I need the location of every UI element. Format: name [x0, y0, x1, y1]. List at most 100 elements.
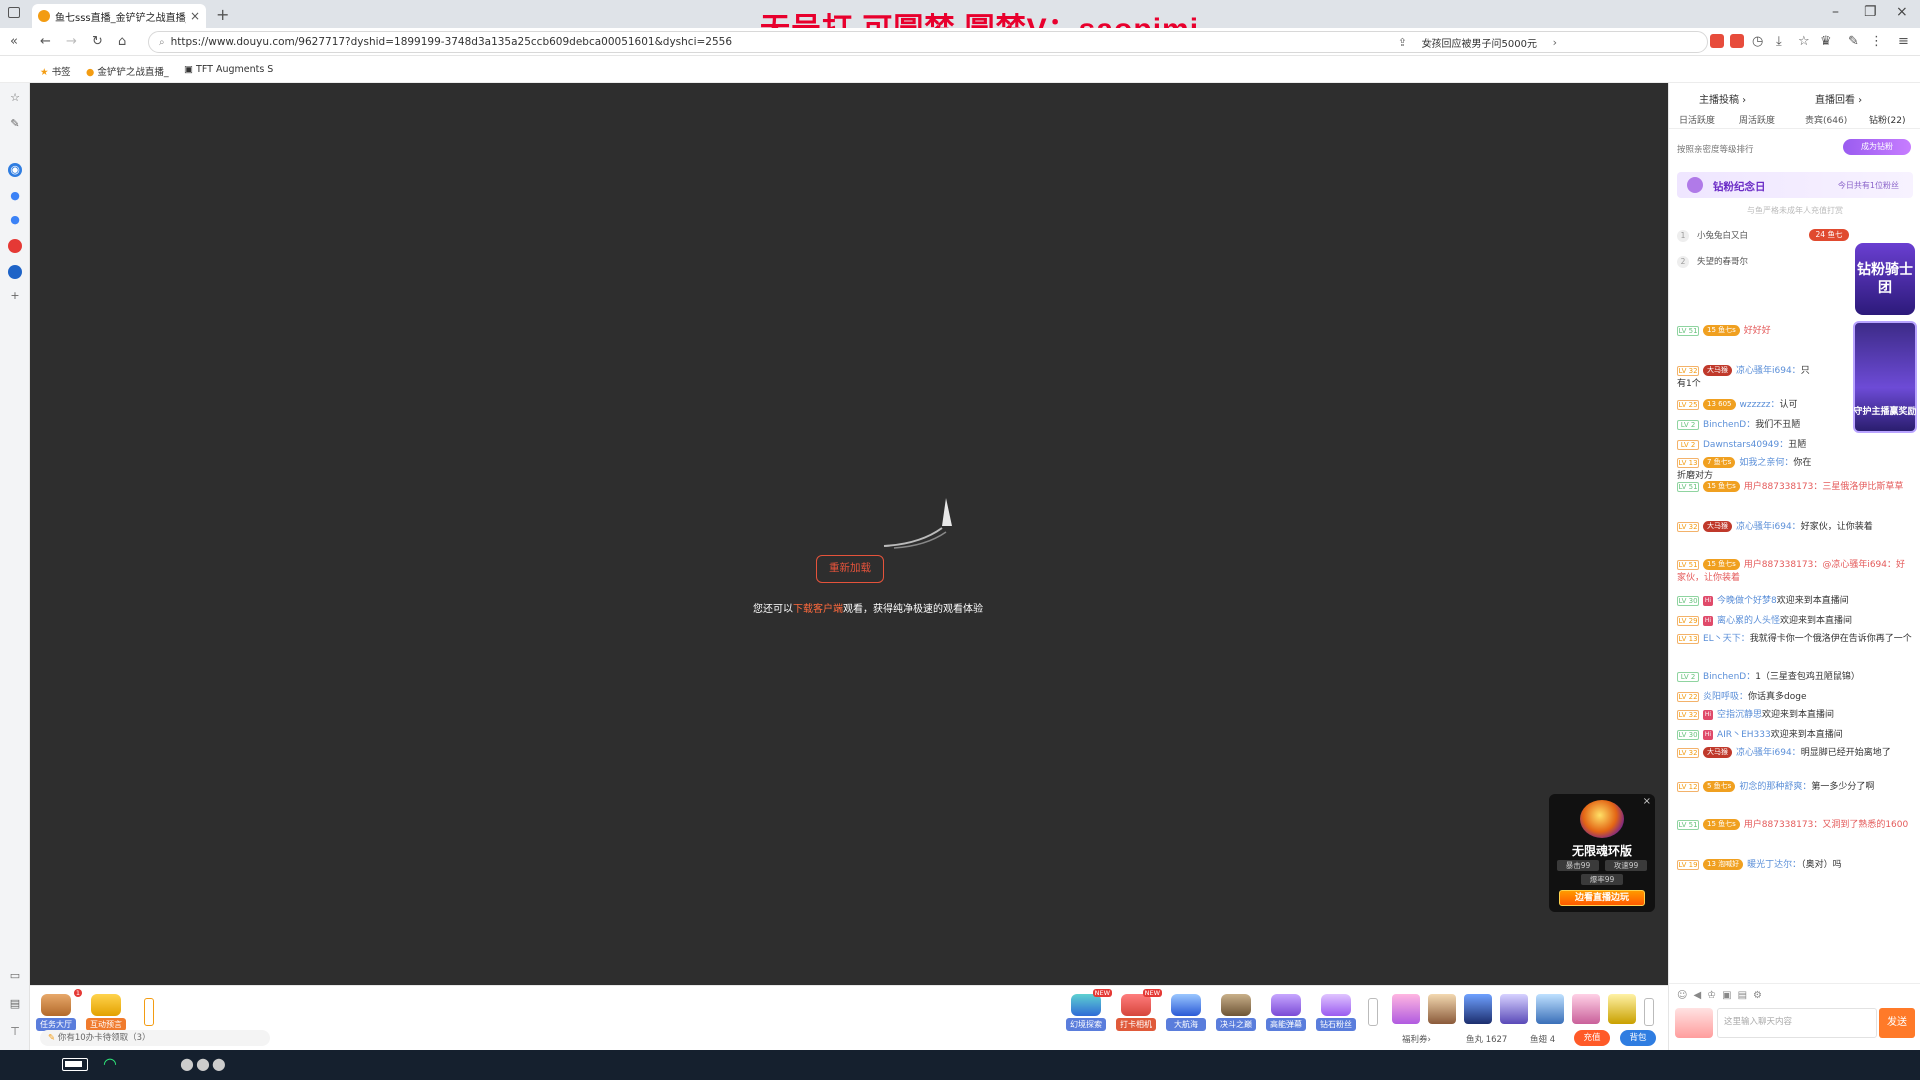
- window-sidebar-icon[interactable]: ▤: [8, 997, 22, 1011]
- chat-username[interactable]: 离心累的人头怪: [1717, 616, 1780, 626]
- fan-avatar[interactable]: [1675, 1008, 1713, 1038]
- minimize-icon[interactable]: –: [1832, 4, 1839, 20]
- search-sidebar-icon[interactable]: ◉: [8, 163, 22, 177]
- chat-message[interactable]: LV 30 Hi 今晚做个好梦8欢迎来到本直播间: [1677, 595, 1913, 608]
- speaker-icon[interactable]: ◀: [1693, 990, 1707, 1001]
- menu-icon[interactable]: ≡: [1898, 34, 1909, 49]
- chat-message[interactable]: LV 2 BinchenD：1（三星查包鸡丑陋鼠锦）: [1677, 671, 1913, 684]
- chat-username[interactable]: 凉心骚年i694：: [1736, 366, 1801, 376]
- chat-username[interactable]: 初念的那种舒爽：: [1739, 782, 1811, 792]
- gift-item[interactable]: [1500, 994, 1528, 1024]
- settings-icon[interactable]: ⚙: [1753, 990, 1768, 1001]
- reload-icon[interactable]: ↻: [92, 34, 103, 49]
- rank-row[interactable]: 2 失望的春哥尔: [1677, 255, 1857, 273]
- send-button[interactable]: 发送: [1879, 1008, 1915, 1038]
- streamer-posts-link[interactable]: 主播投稿 ›: [1699, 91, 1746, 106]
- bookmark-item[interactable]: ● 金铲铲之战直播_: [86, 64, 169, 78]
- close-ad-icon[interactable]: ×: [1643, 796, 1651, 807]
- extension-icon[interactable]: [1710, 34, 1724, 48]
- screen-sidebar-icon[interactable]: ▭: [8, 969, 22, 983]
- chat-username[interactable]: BinchenD：: [1703, 420, 1755, 430]
- toolbar-button[interactable]: 高能弹幕: [1266, 994, 1306, 1031]
- chat-username[interactable]: 用户887338173：: [1744, 482, 1823, 492]
- gift-item[interactable]: [1608, 994, 1636, 1024]
- chat-message[interactable]: LV 51 15 鱼七s 好好好: [1677, 325, 1817, 338]
- gift-item[interactable]: [1572, 994, 1600, 1024]
- chat-message[interactable]: LV 32 大马猴 凉心骚年i694：只有1个: [1677, 365, 1817, 391]
- restore-icon[interactable]: ❐: [1864, 4, 1877, 20]
- toolbar-button[interactable]: 决斗之巅: [1216, 994, 1256, 1031]
- close-tab-icon[interactable]: ×: [190, 9, 200, 23]
- news-ticker[interactable]: 女孩回应被男子问5000元: [1422, 35, 1537, 50]
- toolbar-button[interactable]: 大航海: [1166, 994, 1206, 1031]
- task-hall-button[interactable]: 任务大厅 1: [36, 989, 82, 1031]
- wifi-icon[interactable]: ◠: [103, 1054, 117, 1073]
- chat-message[interactable]: LV 13 7 鱼七s 如我之亲何：你在折磨对方: [1677, 457, 1817, 483]
- prediction-button[interactable]: 互动预言: [86, 994, 126, 1031]
- chat-username[interactable]: 凉心骚年i694：: [1736, 522, 1801, 532]
- bookmark-item[interactable]: ▣ TFT Augments S: [184, 64, 273, 75]
- video-sidebar-icon[interactable]: [8, 239, 22, 253]
- favorites-sidebar-icon[interactable]: ☆: [8, 91, 22, 105]
- chat-username[interactable]: Dawnstars40949：: [1703, 440, 1788, 450]
- tab-daily[interactable]: 日活跃度: [1679, 113, 1715, 126]
- back-icon[interactable]: ←: [40, 34, 51, 49]
- gift-scroll-left[interactable]: [1368, 998, 1378, 1026]
- more-icon[interactable]: ⋮: [1870, 34, 1883, 49]
- welfare-link[interactable]: 福利券›: [1402, 1033, 1431, 1045]
- card-icon[interactable]: ▣: [1722, 990, 1737, 1001]
- assistant-sidebar-icon[interactable]: ●: [8, 189, 22, 203]
- history-icon[interactable]: ◷: [1752, 34, 1763, 49]
- chat-message[interactable]: LV 13 EL丶天下：我就得卡你一个俄洛伊在告诉你再了一个: [1677, 633, 1913, 646]
- chat-message[interactable]: LV 19 13 泡喊好 暖光丁达尔：（奥对）吗: [1677, 859, 1913, 872]
- chat-username[interactable]: AIR丶EH333: [1717, 730, 1771, 740]
- chat-username[interactable]: 空指沉静思: [1717, 710, 1762, 720]
- chat-message[interactable]: LV 51 15 鱼七s 用户887338173：@凉心骚年i694：好家伙，让你装…: [1677, 559, 1913, 585]
- gift-item[interactable]: [1392, 994, 1420, 1024]
- window-close-icon[interactable]: ×: [1896, 4, 1908, 20]
- diamond-memorial[interactable]: 钻粉纪念日 今日共有1位粉丝: [1677, 172, 1913, 198]
- chat-message[interactable]: LV 22 炎阳呼吸：你话真多doge: [1677, 691, 1913, 704]
- chat-username[interactable]: wzzzzz：: [1740, 400, 1780, 410]
- games-icon[interactable]: ♛: [1820, 34, 1832, 49]
- gift-item[interactable]: [1536, 994, 1564, 1024]
- toolbar-button[interactable]: 幻境探索 NEW: [1066, 989, 1112, 1031]
- chat-message[interactable]: LV 51 15 鱼七s 用户887338173：三星俄洛伊比斯草草: [1677, 481, 1913, 494]
- gift-item[interactable]: [1428, 994, 1456, 1024]
- chat-username[interactable]: 暖光丁达尔：: [1747, 860, 1801, 870]
- new-tab-icon[interactable]: +: [216, 5, 229, 24]
- collapse-handle[interactable]: [144, 998, 154, 1026]
- chat-username[interactable]: 炎阳呼吸：: [1703, 692, 1748, 702]
- pen-icon[interactable]: ✎: [1848, 34, 1859, 49]
- tab-weekly[interactable]: 周活跃度: [1739, 113, 1775, 126]
- chat-message[interactable]: LV 12 5 鱼七s 初念的那种舒爽：第一多少分了啊: [1677, 781, 1913, 794]
- crown-icon[interactable]: ♔: [1707, 990, 1722, 1001]
- chat-message[interactable]: LV 2 Dawnstars40949：丑陋: [1677, 439, 1817, 452]
- replay-link[interactable]: 直播回看 ›: [1815, 91, 1862, 106]
- bookmark-item[interactable]: ★ 书签: [40, 64, 71, 78]
- tab-vip[interactable]: 贵宾(646): [1805, 113, 1847, 126]
- more-tray-icon[interactable]: ●●●: [180, 1054, 228, 1073]
- chat-username[interactable]: EL丶天下：: [1703, 634, 1750, 644]
- chat-input[interactable]: 这里输入聊天内容: [1717, 1008, 1877, 1038]
- gift-item[interactable]: [1464, 994, 1492, 1024]
- video-player[interactable]: 重新加载 您还可以下载客户端观看，获得纯净极速的观看体验 × 无限魂环版 暴击9…: [30, 83, 1668, 985]
- chat-message[interactable]: LV 2 BinchenD：我们不丑陋: [1677, 419, 1817, 432]
- chat-username[interactable]: 今晚做个好梦8: [1717, 596, 1777, 606]
- sidebar-toggle-icon[interactable]: «: [10, 34, 18, 49]
- chat-message[interactable]: LV 32 Hi 空指沉静思欢迎来到本直播间: [1677, 709, 1913, 722]
- clock-sidebar-icon[interactable]: [8, 265, 22, 279]
- task-note[interactable]: ✎ 你有10办卡待领取（3）: [40, 1030, 270, 1046]
- emoji-icon[interactable]: ☺: [1677, 990, 1693, 1001]
- baidu-sidebar-icon[interactable]: ●: [8, 213, 22, 227]
- chat-message[interactable]: LV 25 13 605 wzzzzz：认可: [1677, 399, 1913, 412]
- ad-play-button[interactable]: 边看直播边玩: [1559, 890, 1645, 906]
- chat-message[interactable]: LV 29 Hi 离心累的人头怪欢迎来到本直播间: [1677, 615, 1913, 628]
- chat-username[interactable]: 如我之亲何：: [1739, 458, 1793, 468]
- extension-icon[interactable]: [1730, 34, 1744, 48]
- add-sidebar-icon[interactable]: +: [8, 289, 22, 303]
- become-diamond-button[interactable]: 成为钻粉: [1843, 139, 1911, 155]
- recharge-button[interactable]: 充值: [1574, 1030, 1610, 1046]
- gift-scroll-right[interactable]: [1644, 998, 1654, 1026]
- list-icon[interactable]: ▤: [1738, 990, 1753, 1001]
